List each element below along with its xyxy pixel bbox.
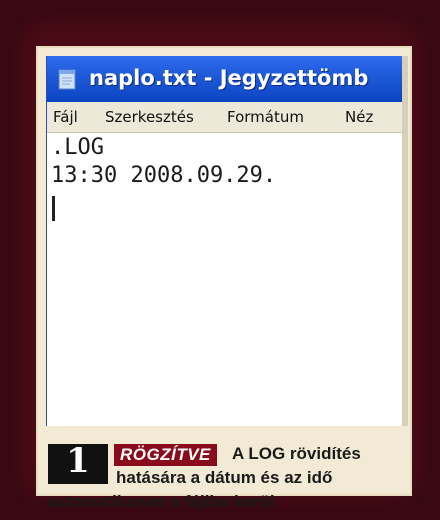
notepad-icon [58,69,76,90]
editor-line-2: 13:30 2008.09.29. [51,163,277,188]
caption-line-3: automatikusan a fájlba kerül [46,492,275,511]
title-bar[interactable]: naplo.txt - Jegyzettömb [47,56,403,102]
screenshot-panel: naplo.txt - Jegyzettömb Fájl Szerkesztés… [36,46,412,511]
window-edge [402,56,408,426]
window-title: naplo.txt - Jegyzettömb [89,66,369,90]
caption-tag: RÖGZÍTVE [114,444,217,466]
editor-line-1: .LOG [51,135,104,160]
menu-view[interactable]: Néz [345,108,373,126]
step-number-box: 1 [48,441,108,484]
notepad-window: naplo.txt - Jegyzettömb Fájl Szerkesztés… [46,56,403,426]
text-editor[interactable]: .LOG 13:30 2008.09.29. [47,133,403,426]
caption-line-1: A LOG rövidítés [232,444,361,463]
menu-file[interactable]: Fájl [53,108,78,126]
menu-bar: Fájl Szerkesztés Formátum Néz [47,102,403,133]
menu-format[interactable]: Formátum [227,108,304,126]
text-caret [52,196,55,221]
step-number: 1 [66,441,90,481]
menu-edit[interactable]: Szerkesztés [105,108,194,126]
caption-line-2: hatására a dátum és az idő [116,468,333,487]
